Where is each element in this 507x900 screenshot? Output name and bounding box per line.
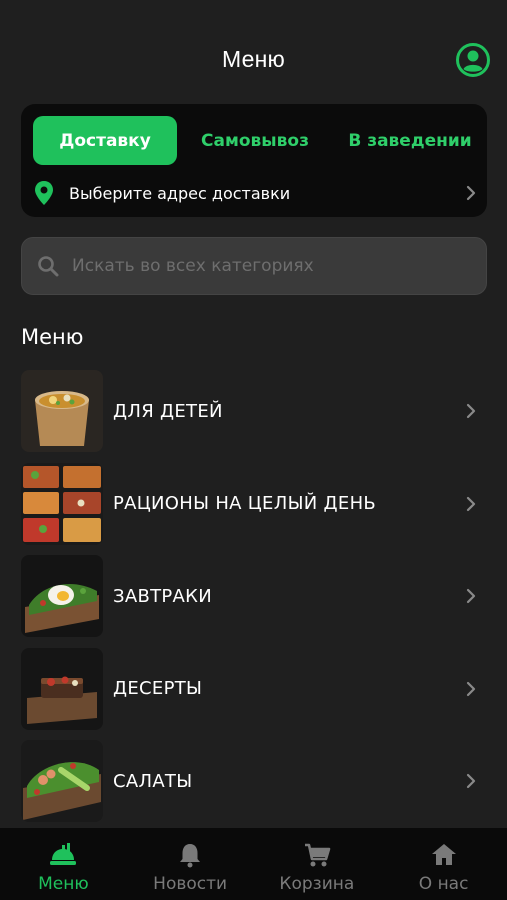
category-label: ЗАВТРАКИ [113,585,213,607]
tab-label: Новости [153,874,228,894]
tab-dine-in[interactable]: В заведении [335,116,485,165]
address-prompt: Выберите адрес доставки [69,183,291,203]
category-desserts[interactable]: ДЕСЕРТЫ [21,647,487,730]
category-label: РАЦИОНЫ НА ЦЕЛЫЙ ДЕНЬ [113,493,377,514]
category-kids[interactable]: ДЛЯ ДЕТЕЙ [21,370,487,452]
category-label: ДЕСЕРТЫ [113,678,203,699]
user-profile-icon [456,43,490,77]
tab-label: Меню [38,874,89,894]
delivery-mode-card: Доставку Самовывоз В заведении Выберите … [21,104,487,217]
address-selector[interactable]: Выберите адрес доставки [33,178,477,208]
menu-food-icon [50,843,77,865]
search-icon [38,256,59,277]
tab-news[interactable]: Новости [127,828,254,900]
category-salads[interactable]: САЛАТЫ [21,740,487,822]
category-daily-rations[interactable]: РАЦИОНЫ НА ЦЕЛЫЙ ДЕНЬ [21,462,487,545]
chevron-right-icon [466,773,476,789]
category-image-desserts [21,647,103,730]
category-label: САЛАТЫ [113,770,193,792]
category-image-breakfasts [21,555,103,637]
cart-icon [304,843,331,867]
category-image-kids [21,370,103,452]
category-breakfasts[interactable]: ЗАВТРАКИ [21,555,487,637]
profile-button[interactable] [455,42,491,78]
location-pin-icon [35,181,53,205]
category-label: ДЛЯ ДЕТЕЙ [113,400,223,422]
bell-icon [180,844,201,868]
category-list: ДЛЯ ДЕТЕЙ РАЦИОНЫ НА ЦЕЛЫЙ ДЕНЬ ЗАВТРАКИ… [21,370,487,833]
bottom-tab-bar: Меню Новости Корзина О нас [0,828,507,900]
category-image-salads [21,740,103,822]
chevron-right-icon [466,185,476,201]
chevron-right-icon [466,681,476,696]
tab-pickup[interactable]: Самовывоз [191,116,319,165]
chevron-right-icon [466,588,476,604]
tab-about[interactable]: О нас [380,828,507,900]
menu-section-title: Меню [21,325,84,349]
chevron-right-icon [466,496,476,511]
tab-delivery[interactable]: Доставку [33,116,177,165]
page-title: Меню [222,46,285,72]
home-icon [431,844,456,865]
tab-menu[interactable]: Меню [0,828,127,900]
chevron-right-icon [466,403,476,419]
tab-cart[interactable]: Корзина [254,828,381,900]
search-input[interactable] [72,256,472,276]
tab-label: О нас [418,874,469,894]
tab-label: Корзина [279,874,355,894]
search-bar[interactable] [21,237,487,295]
category-image-daily-rations [21,462,103,545]
app-header: Меню [0,0,507,100]
